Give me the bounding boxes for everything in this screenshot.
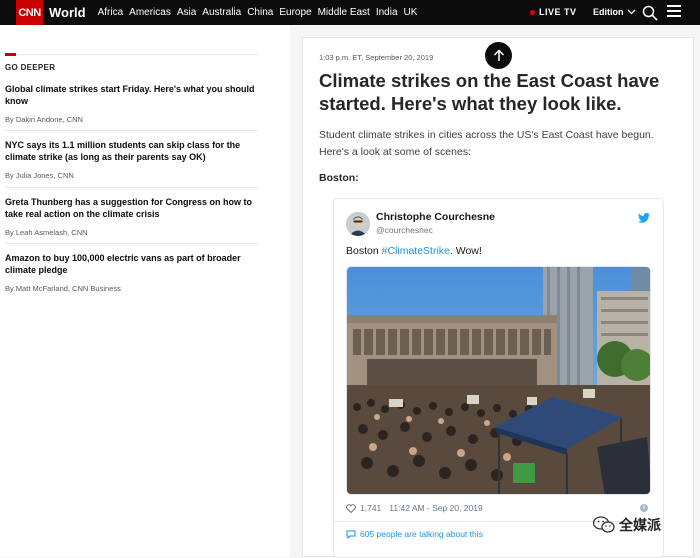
edition-label: Edition <box>593 7 624 17</box>
nav-item-asia[interactable]: Asia <box>177 7 196 18</box>
edition-dropdown[interactable]: Edition <box>593 7 636 17</box>
sidebar-title: GO DEEPER <box>5 63 56 72</box>
story-headline[interactable]: Amazon to buy 100,000 electric vans as p… <box>5 252 257 276</box>
tweet-photo[interactable] <box>346 266 651 495</box>
nav-item-australia[interactable]: Australia <box>202 7 241 18</box>
nav-item-china[interactable]: China <box>247 7 273 18</box>
live-blog-post: 1:03 p.m. ET, September 20, 2019 Climate… <box>302 37 694 558</box>
nav-item-americas[interactable]: Americas <box>129 7 171 18</box>
go-deeper-sidebar: GO DEEPER Global climate strikes start F… <box>0 25 290 557</box>
region-nav: Africa Americas Asia Australia China Eur… <box>98 7 418 18</box>
list-item[interactable]: Amazon to buy 100,000 electric vans as p… <box>5 252 257 293</box>
tweet-text: Boston #ClimateStrike. Wow! <box>346 245 482 257</box>
post-headline: Climate strikes on the East Coast have s… <box>319 70 660 114</box>
watermark-text: 全媒派 <box>619 517 661 533</box>
twitter-bird-icon[interactable] <box>638 213 650 223</box>
avatar[interactable] <box>346 212 370 236</box>
hashtag-link[interactable]: #ClimateStrike <box>382 245 450 257</box>
list-item[interactable]: Global climate strikes start Friday. Her… <box>5 83 257 124</box>
story-headline[interactable]: NYC says its 1.1 million students can sk… <box>5 139 257 163</box>
section-title[interactable]: World <box>49 5 86 20</box>
post-intro: Student climate strikes in cities across… <box>319 129 654 158</box>
chevron-down-icon <box>627 9 635 15</box>
tweet-text-suffix: . Wow! <box>449 245 482 257</box>
scroll-to-top-button[interactable] <box>485 42 512 69</box>
section-accent <box>5 53 16 56</box>
list-item[interactable]: NYC says its 1.1 million students can sk… <box>5 139 257 180</box>
info-icon[interactable]: i <box>640 504 648 512</box>
wechat-logo-icon <box>593 516 615 533</box>
nav-item-europe[interactable]: Europe <box>279 7 311 18</box>
city-label: Boston: <box>319 172 359 184</box>
live-tv-button[interactable]: LIVE TV <box>530 7 577 17</box>
cnn-logo[interactable]: CNN <box>16 0 43 25</box>
tweet-meta: 1,741 11:42 AM - Sep 20, 2019 <box>346 503 483 513</box>
arrow-up-icon <box>493 49 504 61</box>
story-headline[interactable]: Greta Thunberg has a suggestion for Cong… <box>5 196 257 220</box>
watermark: 全媒派 <box>593 515 661 535</box>
story-byline: By Dakin Andone, CNN <box>5 115 83 124</box>
tweet-author-name[interactable]: Christophe Courchesne <box>376 211 495 223</box>
divider <box>5 130 257 131</box>
nav-item-india[interactable]: India <box>376 7 398 18</box>
search-icon[interactable] <box>642 5 658 21</box>
embedded-tweet[interactable]: Christophe Courchesne @courchesnec Bosto… <box>333 198 664 558</box>
tweet-text-prefix: Boston <box>346 245 382 257</box>
story-byline: By Leah Asmelash, CNN <box>5 228 88 237</box>
top-navigation-bar: CNN World Africa Americas Asia Australia… <box>0 0 700 25</box>
story-headline[interactable]: Global climate strikes start Friday. Her… <box>5 83 257 107</box>
divider <box>5 187 257 188</box>
live-dot-icon <box>530 9 535 15</box>
divider <box>5 243 257 244</box>
like-count[interactable]: 1,741 <box>360 503 381 513</box>
crowd-photo-illustration <box>347 267 650 494</box>
nav-item-uk[interactable]: UK <box>404 7 418 18</box>
tweet-time[interactable]: 11:42 AM - Sep 20, 2019 <box>389 503 482 513</box>
talking-count: 605 people are talking about this <box>360 529 483 539</box>
nav-item-africa[interactable]: Africa <box>98 7 124 18</box>
heart-icon[interactable] <box>346 503 356 513</box>
story-byline: By Julia Jones, CNN <box>5 171 74 180</box>
live-tv-label: LIVE TV <box>539 7 577 17</box>
divider <box>5 54 257 55</box>
tweet-conversation-link[interactable]: 605 people are talking about this <box>346 529 483 539</box>
nav-item-middle-east[interactable]: Middle East <box>318 7 370 18</box>
tweet-author-handle[interactable]: @courchesnec <box>376 225 433 235</box>
post-timestamp: 1:03 p.m. ET, September 20, 2019 <box>319 53 434 62</box>
story-byline: By Matt McFarland, CNN Business <box>5 284 121 293</box>
list-item[interactable]: Greta Thunberg has a suggestion for Cong… <box>5 196 257 237</box>
comment-bubble-icon <box>346 530 356 539</box>
person-icon <box>346 212 370 236</box>
hamburger-menu-icon[interactable] <box>667 5 681 19</box>
